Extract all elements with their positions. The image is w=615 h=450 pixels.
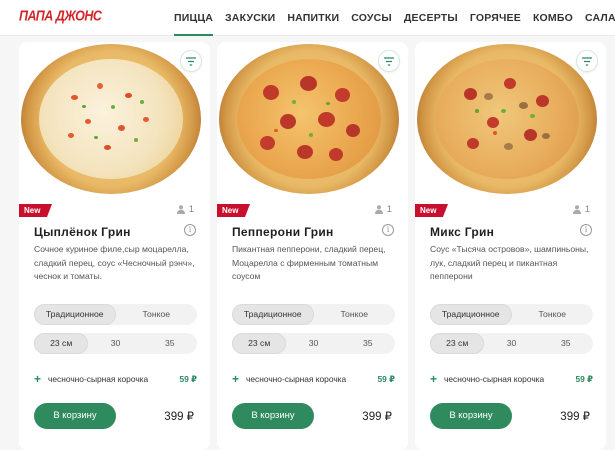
size-option-23[interactable]: 23 см [430, 333, 485, 354]
pizza-mix-green-image [417, 44, 597, 194]
info-icon[interactable]: i [382, 224, 394, 236]
product-image[interactable] [415, 42, 606, 197]
product-description: Соус «Тысяча островов», шампиньоны, лук,… [430, 244, 589, 281]
nav-item-hot[interactable]: ГОРЯЧЕЕ [470, 0, 521, 36]
addon-price: 59 ₽ [179, 374, 197, 384]
nav-item-salads[interactable]: САЛАТЫ [585, 0, 615, 36]
addon-row[interactable]: + чесночно-сырная корочка 59 ₽ [232, 372, 395, 386]
new-badge: New [19, 204, 53, 217]
add-to-cart-button[interactable]: В корзину [34, 403, 116, 429]
product-image[interactable] [217, 42, 408, 197]
servings-count: 1 [584, 204, 590, 215]
product-list: New 1 Цыплёнок Грин i Сочное куриное фил… [19, 42, 606, 450]
addon-label: чесночно-сырная корочка [444, 374, 545, 384]
pizza-pepperoni-green-image [219, 44, 399, 194]
size-selector: 23 см 30 35 [232, 333, 395, 354]
addon-price: 59 ₽ [377, 374, 395, 384]
servings-count: 1 [188, 204, 194, 215]
add-to-cart-button[interactable]: В корзину [430, 403, 512, 429]
product-description: Пикантная пепперони, сладкий перец, Моца… [232, 244, 386, 281]
crust-option-thin[interactable]: Тонкое [314, 304, 396, 325]
filter-icon [384, 57, 394, 66]
nav-item-desserts[interactable]: ДЕСЕРТЫ [404, 0, 458, 36]
nav-item-combo[interactable]: КОМБО [533, 0, 573, 36]
new-badge: New [415, 204, 449, 217]
plus-icon[interactable]: + [232, 372, 239, 386]
servings-indicator: 1 [374, 204, 392, 215]
brand-logo[interactable]: ПАПА ДЖОНС [19, 8, 102, 24]
size-option-30[interactable]: 30 [286, 333, 340, 354]
servings-indicator: 1 [572, 204, 590, 215]
addon-row[interactable]: + чесночно-сырная корочка 59 ₽ [34, 372, 197, 386]
nav-item-sauces[interactable]: СОУСЫ [351, 0, 392, 36]
plus-icon[interactable]: + [430, 372, 437, 386]
filter-icon [186, 57, 196, 66]
nav-item-snacks[interactable]: ЗАКУСКИ [225, 0, 275, 36]
nav-item-pizza[interactable]: ПИЦЦА [174, 0, 214, 36]
servings-count: 1 [386, 204, 392, 215]
product-image[interactable] [19, 42, 210, 197]
crust-option-traditional[interactable]: Традиционное [232, 304, 314, 325]
product-card: New 1 Пепперони Грин i Пикантная пепперо… [217, 42, 408, 450]
pizza-chicken-green-image [21, 44, 201, 194]
size-option-35[interactable]: 35 [539, 333, 593, 354]
product-price: 399 ₽ [164, 411, 194, 423]
product-price: 399 ₽ [560, 411, 590, 423]
new-badge: New [217, 204, 251, 217]
addon-price: 59 ₽ [575, 374, 593, 384]
product-title: Пепперони Грин [232, 225, 334, 239]
filter-button[interactable] [378, 50, 400, 72]
person-icon [374, 205, 383, 214]
size-selector: 23 см 30 35 [430, 333, 593, 354]
person-icon [572, 205, 581, 214]
info-icon[interactable]: i [580, 224, 592, 236]
addon-row[interactable]: + чесночно-сырная корочка 59 ₽ [430, 372, 593, 386]
product-title: Микс Грин [430, 225, 495, 239]
filter-button[interactable] [180, 50, 202, 72]
crust-selector: Традиционное Тонкое [430, 304, 593, 325]
crust-option-thin[interactable]: Тонкое [116, 304, 198, 325]
servings-indicator: 1 [176, 204, 194, 215]
product-card: New 1 Цыплёнок Грин i Сочное куриное фил… [19, 42, 210, 450]
size-selector: 23 см 30 35 [34, 333, 197, 354]
filter-icon [582, 57, 592, 66]
plus-icon[interactable]: + [34, 372, 41, 386]
nav-item-drinks[interactable]: НАПИТКИ [287, 0, 339, 36]
crust-selector: Традиционное Тонкое [232, 304, 395, 325]
product-description: Сочное куриное филе,сыр моцарелла, сладк… [34, 244, 195, 281]
crust-selector: Традиционное Тонкое [34, 304, 197, 325]
add-to-cart-button[interactable]: В корзину [232, 403, 314, 429]
size-option-30[interactable]: 30 [88, 333, 142, 354]
addon-label: чесночно-сырная корочка [48, 374, 149, 384]
crust-option-thin[interactable]: Тонкое [512, 304, 594, 325]
top-bar: ПАПА ДЖОНС ПИЦЦА ЗАКУСКИ НАПИТКИ СОУСЫ Д… [0, 0, 615, 36]
size-option-30[interactable]: 30 [484, 333, 538, 354]
info-icon[interactable]: i [184, 224, 196, 236]
product-title: Цыплёнок Грин [34, 225, 131, 239]
person-icon [176, 205, 185, 214]
crust-option-traditional[interactable]: Традиционное [430, 304, 512, 325]
category-nav: ПИЦЦА ЗАКУСКИ НАПИТКИ СОУСЫ ДЕСЕРТЫ ГОРЯ… [174, 0, 615, 36]
product-price: 399 ₽ [362, 411, 392, 423]
product-card: New 1 Микс Грин i Соус «Тысяча островов»… [415, 42, 606, 450]
size-option-35[interactable]: 35 [341, 333, 395, 354]
size-option-23[interactable]: 23 см [232, 333, 287, 354]
size-option-35[interactable]: 35 [143, 333, 197, 354]
filter-button[interactable] [576, 50, 598, 72]
addon-label: чесночно-сырная корочка [246, 374, 347, 384]
crust-option-traditional[interactable]: Традиционное [34, 304, 116, 325]
size-option-23[interactable]: 23 см [34, 333, 89, 354]
